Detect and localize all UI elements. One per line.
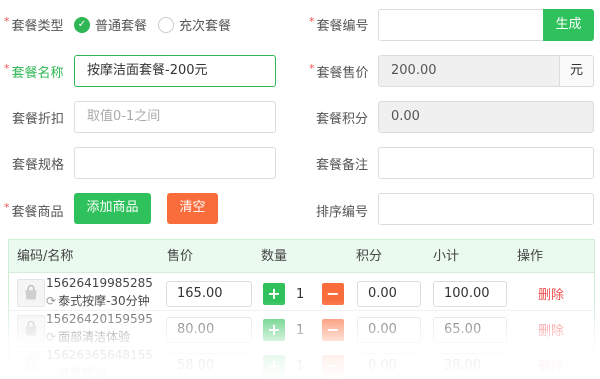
header-subtotal: 小计 — [433, 249, 460, 264]
product-image-icon — [17, 315, 45, 343]
header-code-name: 编码/名称 — [17, 249, 74, 264]
header-points: 积分 — [356, 249, 383, 264]
package-discount-label: 套餐折扣 — [12, 112, 65, 127]
product-image-icon — [17, 351, 45, 379]
package-spec-label: 套餐规格 — [12, 158, 65, 173]
row-subtotal-input[interactable]: 38.00 — [433, 353, 507, 379]
table-row: 15626420159595 ⟳ 面部清洁体验 80.00 + 1 − 0.00 … — [9, 311, 594, 347]
row-price-input[interactable]: 165.00 — [166, 281, 252, 307]
row-points-input[interactable]: 0.00 — [357, 353, 421, 379]
package-spec-input[interactable] — [74, 147, 276, 179]
product-code: 15626419985285 — [46, 276, 153, 290]
qty-minus-button[interactable]: − — [322, 355, 344, 377]
radio-recharge-package[interactable]: 充次套餐 — [158, 15, 231, 34]
qty-plus-button[interactable]: + — [263, 355, 285, 377]
qty-minus-button[interactable]: − — [322, 283, 344, 305]
add-goods-button[interactable]: 添加商品 — [74, 193, 151, 224]
row-subtotal-input[interactable]: 65.00 — [433, 317, 507, 343]
package-note-input[interactable] — [378, 147, 594, 179]
package-name-input[interactable]: 按摩洁面套餐-200元 — [74, 55, 276, 87]
package-price-label: * 套餐售价 — [309, 62, 369, 81]
table-row: 15626365648155 ⟳ 开背精油 58.00 + 1 − 0.00 38… — [9, 347, 594, 379]
package-goods-label: * 套餐商品 — [4, 201, 64, 220]
row-price-input[interactable]: 80.00 — [166, 317, 252, 343]
package-code-input[interactable] — [378, 9, 546, 41]
qty-minus-button[interactable]: − — [322, 319, 344, 341]
qty-plus-button[interactable]: + — [263, 319, 285, 341]
row-subtotal-input[interactable]: 100.00 — [433, 281, 507, 307]
clear-goods-button[interactable]: 清空 — [167, 193, 218, 224]
generate-code-button[interactable]: 生成 — [543, 9, 594, 41]
qty-plus-button[interactable]: + — [263, 283, 285, 305]
radio-checked-icon: ✓ — [74, 16, 90, 33]
header-price: 售价 — [167, 249, 194, 264]
radio-unchecked-icon — [158, 16, 174, 33]
price-unit-addon: 元 — [560, 55, 594, 87]
qty-value: 1 — [296, 323, 305, 338]
product-name: ⟳ 泰式按摩-30分钟 — [46, 294, 150, 308]
row-points-input[interactable]: 0.00 — [357, 281, 421, 307]
package-note-label: 套餐备注 — [316, 158, 369, 173]
package-code-label: * 套餐编号 — [309, 15, 369, 34]
sync-icon: ⟳ — [46, 294, 57, 308]
product-name: ⟳ 面部清洁体验 — [46, 330, 131, 344]
header-quantity: 数量 — [261, 249, 288, 264]
product-code: 15626420159595 — [46, 312, 153, 326]
package-type-label: * 套餐类型 — [4, 15, 64, 34]
product-name: ⟳ 开背精油 — [46, 366, 107, 379]
package-name-label: * 套餐名称 — [4, 62, 64, 81]
table-row: 15626419985285 ⟳ 泰式按摩-30分钟 165.00 + 1 − 0… — [9, 275, 594, 311]
header-action: 操作 — [517, 249, 544, 264]
delete-row-link[interactable]: 删除 — [538, 320, 564, 339]
row-price-input[interactable]: 58.00 — [166, 353, 252, 379]
qty-value: 1 — [296, 359, 305, 374]
sort-number-input[interactable] — [378, 193, 594, 225]
goods-table: 编码/名称 售价 数量 积分 小计 操作 15626419985285 ⟳ 泰式按… — [8, 239, 595, 379]
package-price-input: 200.00 — [378, 55, 560, 87]
sort-number-label: 排序编号 — [316, 205, 369, 220]
qty-value: 1 — [296, 287, 305, 302]
product-code: 15626365648155 — [46, 348, 153, 362]
radio-normal-package[interactable]: ✓ 普通套餐 — [74, 15, 147, 34]
table-header: 编码/名称 售价 数量 积分 小计 操作 — [9, 240, 594, 273]
sync-icon: ⟳ — [46, 330, 57, 344]
package-discount-input[interactable]: 取值0-1之间 — [74, 101, 276, 133]
package-points-input: 0.00 — [378, 101, 594, 133]
delete-row-link[interactable]: 删除 — [538, 356, 564, 375]
delete-row-link[interactable]: 删除 — [538, 284, 564, 303]
package-points-label: 套餐积分 — [316, 112, 369, 127]
row-points-input[interactable]: 0.00 — [357, 317, 421, 343]
product-image-icon — [17, 279, 45, 307]
sync-icon: ⟳ — [46, 366, 57, 379]
